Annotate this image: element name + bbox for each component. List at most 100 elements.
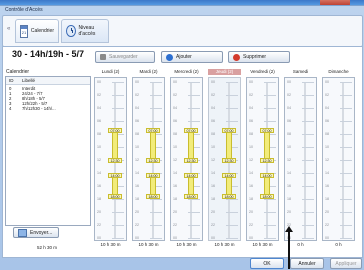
day-name[interactable]: Vendredi (2) <box>246 69 279 75</box>
hour-tick-line <box>188 108 200 109</box>
hour-tick-label: 12 <box>211 158 215 162</box>
column-header-id[interactable]: ID <box>9 78 14 83</box>
hour-tick: 04 <box>247 106 278 110</box>
hour-tick: 14 <box>285 171 316 175</box>
block-start-label[interactable]: 07:00 <box>108 127 122 133</box>
block-end-label[interactable]: 12:30 <box>260 158 274 164</box>
tab-calendar[interactable]: 21 Calendrier <box>15 19 59 43</box>
day-name[interactable]: Mercredi (2) <box>170 69 203 75</box>
block-end-label[interactable]: 12:30 <box>146 158 160 164</box>
block-end-label[interactable]: 18:00 <box>260 194 274 199</box>
hour-tick-line <box>264 108 276 109</box>
hour-tick: 22 <box>95 223 126 227</box>
block-start-label[interactable]: 14:00 <box>222 173 236 178</box>
ok-button[interactable]: OK <box>250 258 284 269</box>
block-end-label[interactable]: 18:00 <box>184 194 198 199</box>
tab-access-level[interactable]: Niveau d'accès <box>61 19 109 43</box>
apply-button[interactable]: Appliquer <box>330 258 362 269</box>
day-name[interactable]: Jeudi (2) <box>208 69 241 75</box>
hour-tick: 00 <box>133 236 164 240</box>
delete-button[interactable]: Supprimer <box>228 51 290 63</box>
hour-tick: 02 <box>133 93 164 97</box>
block-start-label[interactable]: 07:00 <box>184 127 198 133</box>
calendar-row[interactable]: 4 7h/12h30 - 14h/... <box>6 106 90 111</box>
hour-tick: 20 <box>209 210 240 214</box>
hour-tick-line <box>340 160 352 161</box>
hour-tick-label: 06 <box>287 119 291 123</box>
block-start-label[interactable]: 14:00 <box>108 173 122 178</box>
block-end-label[interactable]: 18:00 <box>146 194 160 199</box>
hour-tick-label: 12 <box>325 158 329 162</box>
add-icon <box>166 53 173 61</box>
hour-tick-line <box>188 82 200 83</box>
hour-tick-label: 04 <box>249 106 253 110</box>
pointer-arrow <box>285 226 293 269</box>
day-timeline[interactable]: 00 02 04 06 08 10 12 14 16 18 20 22 00 07:00 12:30 14:0… <box>94 77 127 241</box>
hour-tick: 00 <box>247 236 278 240</box>
hour-tick: 04 <box>171 106 202 110</box>
day-timeline[interactable]: 00020406081012141618202200 <box>284 77 317 241</box>
hour-tick: 00 <box>209 80 240 84</box>
hour-tick-line <box>302 212 314 213</box>
hour-tick-label: 02 <box>135 93 139 97</box>
block-end-label[interactable]: 12:30 <box>108 158 122 164</box>
day-timeline[interactable]: 00020406081012141618202200 <box>322 77 355 241</box>
hour-tick-label: 00 <box>211 80 215 84</box>
add-button[interactable]: Ajouter <box>161 51 223 63</box>
hour-tick: 06 <box>323 119 354 123</box>
cancel-button[interactable]: Annuler <box>290 258 324 269</box>
day-name[interactable]: Lundi (2) <box>94 69 127 75</box>
block-end-label[interactable]: 12:30 <box>184 158 198 164</box>
hour-tick: 10 <box>285 145 316 149</box>
hour-tick-line <box>340 173 352 174</box>
block-start-label[interactable]: 07:00 <box>222 127 236 133</box>
day-timeline[interactable]: 00 02 04 06 08 10 12 14 16 18 20 22 00 07:00 12:30 14:0… <box>170 77 203 241</box>
hour-tick-label: 04 <box>135 106 139 110</box>
hour-tick-line <box>150 212 162 213</box>
hour-tick-line <box>340 121 352 122</box>
hour-tick-line <box>226 95 238 96</box>
clock-icon <box>66 25 76 37</box>
block-start-label[interactable]: 14:00 <box>260 173 274 178</box>
hour-tick-line <box>340 134 352 135</box>
block-end-label[interactable]: 18:00 <box>222 194 236 199</box>
hour-tick-line <box>112 212 124 213</box>
hour-tick-line <box>264 199 276 200</box>
day-timeline[interactable]: 00 02 04 06 08 10 12 14 16 18 20 22 00 07:00 12:30 14:0… <box>132 77 165 241</box>
hour-tick-label: 22 <box>249 223 253 227</box>
block-start-label[interactable]: 07:00 <box>260 127 274 133</box>
day-name[interactable]: Samedi <box>284 69 317 75</box>
hour-tick-line <box>226 225 238 226</box>
hour-tick: 08 <box>95 132 126 136</box>
day-timeline[interactable]: 00 02 04 06 08 10 12 14 16 18 20 22 00 07:00 12:30 14:0… <box>246 77 279 241</box>
day-timeline[interactable]: 00 02 04 06 08 10 12 14 16 18 20 22 00 07:00 12:30 14:0… <box>208 77 241 241</box>
hour-tick: 00 <box>209 236 240 240</box>
day-name[interactable]: Mardi (2) <box>132 69 165 75</box>
day-total: 0 h <box>335 242 342 247</box>
hour-tick-label: 08 <box>211 132 215 136</box>
hour-tick-line <box>264 95 276 96</box>
hour-tick-label: 08 <box>97 132 101 136</box>
hour-tick-label: 00 <box>249 80 253 84</box>
column-header-label[interactable]: Libellé <box>22 78 35 83</box>
block-end-label[interactable]: 12:30 <box>222 158 236 164</box>
hour-tick-label: 18 <box>173 197 177 201</box>
hour-tick: 04 <box>323 106 354 110</box>
hour-tick-label: 00 <box>325 236 329 240</box>
hour-tick: 18 <box>247 197 278 201</box>
hour-tick: 08 <box>171 132 202 136</box>
hour-tick: 00 <box>171 80 202 84</box>
block-end-label[interactable]: 18:00 <box>108 194 122 199</box>
hour-tick-line <box>150 121 162 122</box>
block-start-label[interactable]: 14:00 <box>184 173 198 178</box>
hour-tick-label: 00 <box>173 236 177 240</box>
save-button[interactable]: Sauvegarder <box>95 51 155 63</box>
send-button[interactable]: Envoyer... <box>13 227 59 238</box>
block-start-label[interactable]: 14:00 <box>146 173 160 178</box>
day-name[interactable]: Dimanche <box>322 69 355 75</box>
scroll-left-icon[interactable]: « <box>7 26 10 32</box>
hour-tick-label: 04 <box>287 106 291 110</box>
hour-tick: 22 <box>247 223 278 227</box>
hour-tick-label: 00 <box>287 80 291 84</box>
block-start-label[interactable]: 07:00 <box>146 127 160 133</box>
